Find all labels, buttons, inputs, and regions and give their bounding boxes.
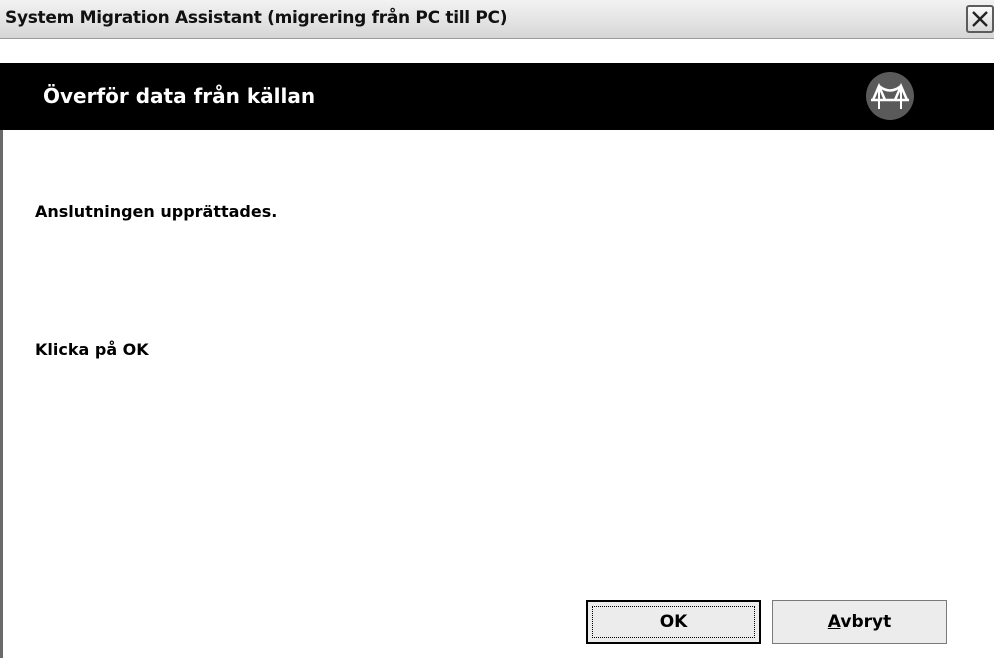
window-title: System Migration Assistant (migrering fr…: [5, 8, 508, 28]
close-icon: [972, 11, 988, 27]
dialog-window: System Migration Assistant (migrering fr…: [0, 0, 994, 658]
cancel-button[interactable]: Avbryt: [772, 600, 947, 644]
title-bar[interactable]: System Migration Assistant (migrering fr…: [0, 0, 994, 39]
ok-button[interactable]: OK: [586, 600, 761, 644]
wizard-header: Överför data från källan: [0, 63, 994, 130]
close-button[interactable]: [966, 5, 994, 33]
cancel-accelerator-key: A: [827, 612, 841, 632]
window-left-border: [0, 130, 3, 658]
bridge-logo-icon: [865, 71, 915, 121]
status-message: Anslutningen upprättades.: [35, 202, 278, 221]
instruction-message: Klicka på OK: [35, 340, 149, 359]
cancel-button-label: Avbryt: [828, 612, 891, 632]
page-title: Överför data från källan: [43, 84, 316, 108]
cancel-label-rest: vbryt: [840, 612, 892, 632]
focus-rectangle: [592, 606, 755, 638]
